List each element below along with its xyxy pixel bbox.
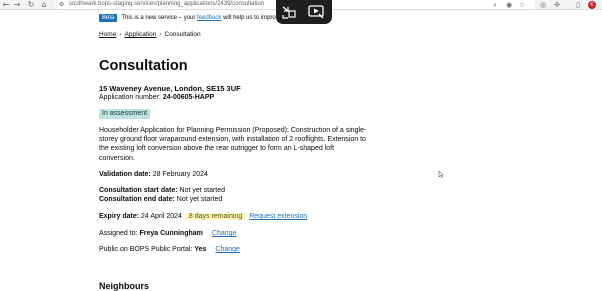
application-description: Householder Application for Planning Per… xyxy=(99,127,367,162)
bookmark-star-icon[interactable]: ☆ xyxy=(517,0,527,10)
neighbours-heading: Neighbours xyxy=(99,281,150,291)
site-info-icon[interactable]: ⚙ xyxy=(59,0,64,9)
consultation-end-date: Consultation end date: Not yet started xyxy=(99,196,223,203)
days-remaining-badge: 8 days remaining xyxy=(185,213,246,220)
breadcrumb-current: Consultation xyxy=(164,31,201,38)
eye-off-icon[interactable]: ◉ xyxy=(504,0,514,10)
beta-banner: Beta This is a new service – your feedba… xyxy=(99,13,276,23)
mouse-cursor-icon xyxy=(438,170,444,178)
back-icon[interactable]: ← xyxy=(1,0,11,10)
puzzle-icon[interactable]: ✣ xyxy=(552,0,562,10)
url-text[interactable]: southwark.bops-staging.services/planning… xyxy=(69,0,264,9)
application-number: Application number: 24-00605-HAPP xyxy=(99,94,215,101)
public-portal: Public on BOPS Public Portal: Yes Change xyxy=(99,246,240,253)
sidebar-icon[interactable]: ▯ xyxy=(573,0,583,10)
forward-icon[interactable]: → xyxy=(12,0,22,10)
breadcrumb: Home › Application › Consultation xyxy=(99,30,201,39)
request-extension-link[interactable]: Request extension xyxy=(249,213,307,220)
change-assignee-link[interactable]: Change xyxy=(212,230,237,237)
extension-icon[interactable]: ◎ xyxy=(538,0,548,10)
home-icon[interactable]: ⌂ xyxy=(39,0,49,10)
floating-control-bar xyxy=(276,0,332,24)
reload-icon[interactable]: ↻ xyxy=(26,0,36,10)
chevron-right-icon: › xyxy=(159,31,162,38)
breadcrumb-application[interactable]: Application xyxy=(125,31,157,38)
expiry-date: Expiry date: 24 April 2024 8 days remaini… xyxy=(99,213,308,220)
validation-date: Validation date: 28 February 2024 xyxy=(99,171,208,178)
beta-message: This is a new service – your feedback wi… xyxy=(121,15,276,21)
exit-fullscreen-icon[interactable] xyxy=(280,3,298,20)
feedback-link[interactable]: feedback xyxy=(197,15,221,21)
page-title: Consultation xyxy=(99,58,188,74)
chevron-right-icon: › xyxy=(119,31,122,38)
status-badge: In assessment xyxy=(99,109,151,119)
search-icon[interactable]: ⌕ xyxy=(490,0,500,10)
screen-share-icon[interactable] xyxy=(307,3,325,20)
beta-tag: Beta xyxy=(99,14,118,22)
profile-avatar[interactable]: K xyxy=(588,1,596,9)
breadcrumb-home[interactable]: Home xyxy=(99,31,116,38)
assigned-to: Assigned to: Freya Cunningham Change xyxy=(99,230,237,237)
change-public-link[interactable]: Change xyxy=(215,246,240,253)
